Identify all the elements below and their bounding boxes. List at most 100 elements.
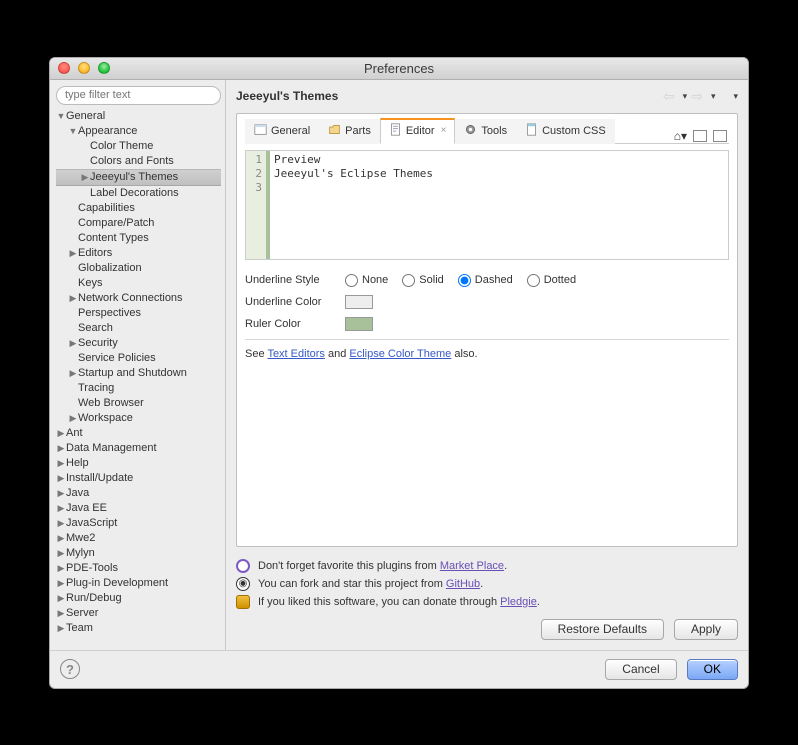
disclosure-arrow[interactable]: ▶ — [56, 471, 66, 486]
tree-item[interactable]: ▶Run/Debug — [56, 591, 221, 606]
tree-item[interactable]: Globalization — [56, 261, 221, 276]
disclosure-arrow[interactable]: ▶ — [68, 411, 78, 426]
disclosure-arrow[interactable]: ▶ — [68, 336, 78, 351]
tab-tools[interactable]: Tools — [455, 119, 516, 144]
tree-item[interactable]: ▶Jeeeyul's Themes — [56, 169, 221, 186]
disclosure-arrow[interactable]: ▶ — [56, 531, 66, 546]
filter-field[interactable] — [56, 86, 221, 105]
disclosure-arrow[interactable]: ▶ — [68, 246, 78, 261]
tree-item[interactable]: ▶Help — [56, 456, 221, 471]
tree-item[interactable]: ▶Ant — [56, 426, 221, 441]
tree-item[interactable]: ▼General — [56, 109, 221, 124]
apply-button[interactable]: Apply — [674, 619, 738, 640]
radio-input[interactable] — [345, 274, 358, 287]
tree-item-label: Editors — [78, 246, 112, 261]
ruler-color-swatch[interactable] — [345, 317, 373, 331]
disclosure-arrow[interactable]: ▶ — [56, 576, 66, 591]
radio-input[interactable] — [402, 274, 415, 287]
tree-item[interactable]: ▶Network Connections — [56, 291, 221, 306]
tree-item[interactable]: ▶Server — [56, 606, 221, 621]
disclosure-arrow[interactable]: ▶ — [56, 546, 66, 561]
tree-item[interactable]: ▶Plug-in Development — [56, 576, 221, 591]
tree-item-label: Team — [66, 621, 93, 636]
tree-item[interactable]: Colors and Fonts — [56, 154, 221, 169]
preferences-tree[interactable]: ▼General▼AppearanceColor ThemeColors and… — [56, 109, 221, 646]
tree-item[interactable]: Compare/Patch — [56, 216, 221, 231]
tree-item[interactable]: Search — [56, 321, 221, 336]
eclipse-color-theme-link[interactable]: Eclipse Color Theme — [349, 348, 451, 360]
github-link[interactable]: GitHub — [446, 578, 480, 590]
disclosure-arrow[interactable]: ▶ — [68, 291, 78, 306]
cancel-button[interactable]: Cancel — [605, 659, 676, 680]
market-place-link[interactable]: Market Place — [440, 560, 504, 572]
ok-button[interactable]: OK — [687, 659, 738, 680]
disclosure-arrow[interactable]: ▶ — [56, 591, 66, 606]
tree-item[interactable]: Content Types — [56, 231, 221, 246]
tree-item[interactable]: Tracing — [56, 381, 221, 396]
disclosure-arrow[interactable]: ▶ — [56, 486, 66, 501]
tree-item[interactable]: Label Decorations — [56, 186, 221, 201]
tab-editor[interactable]: Editor× — [380, 118, 456, 144]
tab-general[interactable]: General — [245, 119, 319, 144]
tree-item[interactable]: ▶Workspace — [56, 411, 221, 426]
tab-parts[interactable]: Parts — [319, 119, 380, 144]
pledgie-link[interactable]: Pledgie — [500, 596, 537, 608]
tree-item[interactable]: ▶Security — [56, 336, 221, 351]
radio-dotted[interactable]: Dotted — [527, 274, 576, 287]
tree-item[interactable]: ▶Mwe2 — [56, 531, 221, 546]
disclosure-arrow[interactable]: ▶ — [56, 501, 66, 516]
hanger-icon[interactable]: ⌂▾ — [674, 129, 687, 143]
tree-item[interactable]: ▶JavaScript — [56, 516, 221, 531]
disclosure-arrow[interactable]: ▼ — [56, 109, 66, 124]
tree-item[interactable]: ▶Editors — [56, 246, 221, 261]
tree-item[interactable]: ▶Java EE — [56, 501, 221, 516]
titlebar[interactable]: Preferences — [50, 58, 748, 80]
tree-item[interactable]: Perspectives — [56, 306, 221, 321]
tree-item[interactable]: Service Policies — [56, 351, 221, 366]
minimize-panel-icon[interactable] — [693, 130, 707, 142]
forward-menu[interactable]: ▾ — [711, 91, 716, 102]
disclosure-arrow[interactable]: ▶ — [56, 621, 66, 636]
tree-item[interactable]: Keys — [56, 276, 221, 291]
tree-item[interactable]: ▶Install/Update — [56, 471, 221, 486]
tree-item[interactable]: ▼Appearance — [56, 124, 221, 139]
radio-solid[interactable]: Solid — [402, 274, 443, 287]
tree-item[interactable]: ▶Data Management — [56, 441, 221, 456]
radio-input[interactable] — [458, 274, 471, 287]
tab-custom-css[interactable]: Custom CSS — [516, 119, 615, 144]
underline-color-swatch[interactable] — [345, 295, 373, 309]
radio-input[interactable] — [527, 274, 540, 287]
maximize-panel-icon[interactable] — [713, 130, 727, 142]
disclosure-arrow[interactable]: ▶ — [80, 170, 90, 185]
tree-item[interactable]: Web Browser — [56, 396, 221, 411]
radio-none[interactable]: None — [345, 274, 388, 287]
text-editors-link[interactable]: Text Editors — [267, 348, 324, 360]
ruler-color-label: Ruler Color — [245, 318, 345, 330]
radio-dashed[interactable]: Dashed — [458, 274, 513, 287]
tree-item[interactable]: ▶Team — [56, 621, 221, 636]
disclosure-arrow[interactable]: ▶ — [56, 441, 66, 456]
disclosure-arrow[interactable]: ▶ — [56, 606, 66, 621]
disclosure-arrow[interactable]: ▶ — [56, 561, 66, 576]
tree-item[interactable]: Color Theme — [56, 139, 221, 154]
tree-item[interactable]: ▶Startup and Shutdown — [56, 366, 221, 381]
tree-item-label: Globalization — [78, 261, 142, 276]
help-button[interactable]: ? — [60, 659, 80, 679]
forward-button[interactable]: ⇨ — [691, 88, 703, 105]
tree-item[interactable]: ▶Java — [56, 486, 221, 501]
filter-input[interactable] — [65, 89, 212, 101]
disclosure-arrow[interactable]: ▶ — [56, 426, 66, 441]
tree-item[interactable]: Capabilities — [56, 201, 221, 216]
tree-item[interactable]: ▶PDE-Tools — [56, 561, 221, 576]
restore-defaults-button[interactable]: Restore Defaults — [541, 619, 664, 640]
editor-preview: 123 Preview Jeeeyul's Eclipse Themes — [245, 150, 729, 260]
tree-item[interactable]: ▶Mylyn — [56, 546, 221, 561]
disclosure-arrow[interactable]: ▶ — [56, 516, 66, 531]
disclosure-arrow[interactable]: ▼ — [68, 124, 78, 139]
back-menu[interactable]: ▾ — [683, 91, 688, 102]
close-tab-icon[interactable]: × — [441, 125, 447, 136]
view-menu[interactable]: ▾ — [733, 91, 738, 102]
disclosure-arrow[interactable]: ▶ — [68, 366, 78, 381]
back-button[interactable]: ⇦ — [663, 88, 675, 105]
disclosure-arrow[interactable]: ▶ — [56, 456, 66, 471]
